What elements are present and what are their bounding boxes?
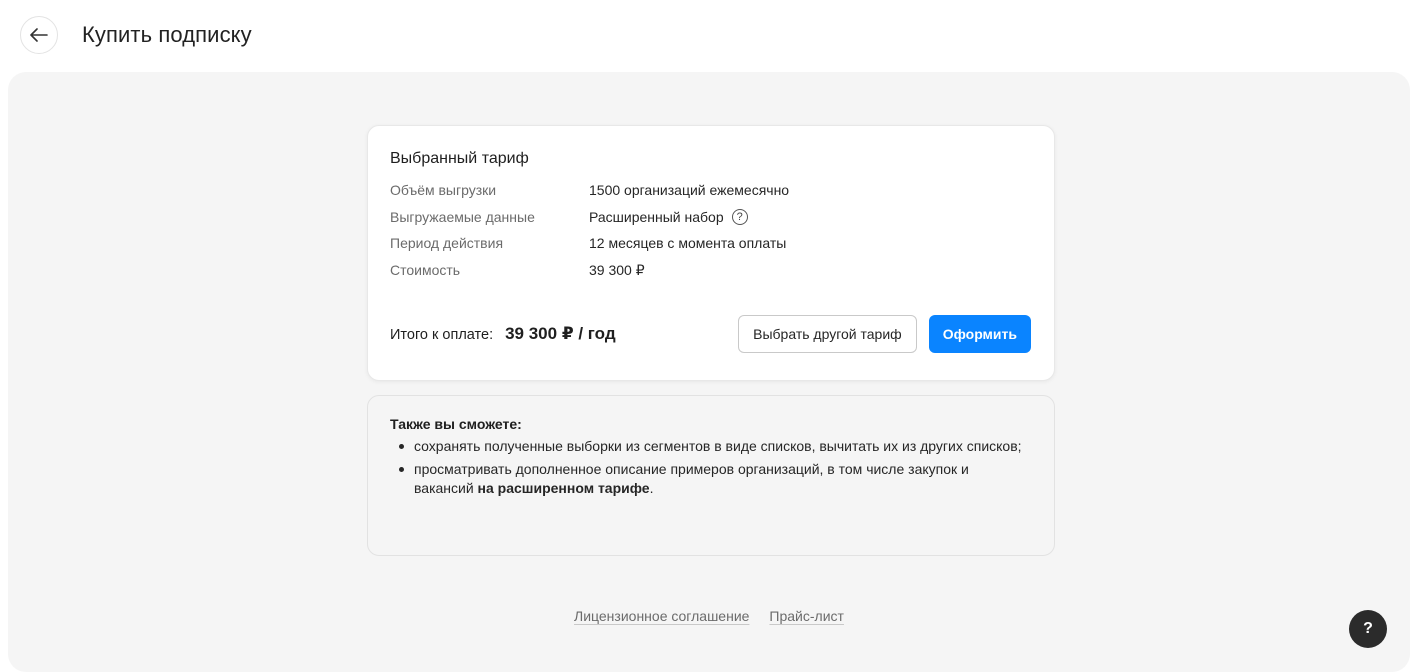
total: Итого к оплате: 39 300 ₽ / год: [390, 324, 616, 344]
benefits-title: Также вы сможете:: [390, 416, 522, 432]
plan-row-data: Выгружаемые данные Расширенный набор ?: [390, 204, 1031, 231]
main-panel: Выбранный тариф Объём выгрузки 1500 орга…: [8, 72, 1410, 672]
row-value: 39 300 ₽: [589, 261, 645, 278]
list-item: сохранять полученные выборки из сегменто…: [390, 437, 1030, 456]
back-button[interactable]: [20, 16, 58, 54]
benefits-panel: Также вы сможете: сохранять полученные в…: [367, 395, 1055, 556]
card-title: Выбранный тариф: [390, 150, 529, 167]
row-label: Стоимость: [390, 261, 461, 278]
selected-plan-card: Выбранный тариф Объём выгрузки 1500 орга…: [367, 125, 1055, 381]
plan-row-period: Период действия 12 месяцев с момента опл…: [390, 230, 1031, 257]
list-item: просматривать дополненное описание приме…: [390, 460, 1030, 498]
row-value: 12 месяцев с момента оплаты: [589, 235, 787, 251]
help-button[interactable]: ?: [1349, 610, 1387, 648]
list-item-text: сохранять полученные выборки из сегменто…: [414, 438, 1022, 454]
plan-row-price: Стоимость 39 300 ₽: [390, 257, 1031, 284]
page-header: Купить подписку: [20, 16, 252, 54]
plan-row-volume: Объём выгрузки 1500 организаций ежемесяч…: [390, 177, 1031, 204]
arrow-left-icon: [30, 28, 48, 42]
card-footer: Итого к оплате: 39 300 ₽ / год Выбрать д…: [390, 315, 1031, 353]
price-list-link[interactable]: Прайс-лист: [769, 608, 844, 624]
row-label: Выгружаемые данные: [390, 208, 535, 225]
row-value-wrap: Расширенный набор ?: [589, 204, 748, 231]
question-icon: ?: [1363, 620, 1373, 637]
row-value: Расширенный набор: [589, 208, 724, 225]
question-circle-icon[interactable]: ?: [731, 208, 748, 225]
checkout-button[interactable]: Оформить: [928, 315, 1031, 353]
row-value: 1500 организаций ежемесячно: [589, 182, 790, 198]
list-item-bold: на расширенном тарифе: [477, 480, 650, 496]
list-item-tail: .: [649, 480, 654, 496]
row-label: Объём выгрузки: [390, 182, 497, 198]
page-title: Купить подписку: [82, 22, 252, 47]
footer-links: Лицензионное соглашение Прайс-лист: [8, 608, 1410, 624]
benefits-list: сохранять полученные выборки из сегменто…: [390, 437, 1032, 498]
total-amount: 39 300 ₽ / год: [505, 324, 616, 343]
total-label: Итого к оплате:: [390, 327, 494, 343]
row-label: Период действия: [390, 235, 504, 251]
card-actions: Выбрать другой тариф Оформить: [738, 315, 1031, 353]
license-agreement-link[interactable]: Лицензионное соглашение: [574, 608, 749, 624]
choose-other-plan-button[interactable]: Выбрать другой тариф: [738, 315, 917, 353]
